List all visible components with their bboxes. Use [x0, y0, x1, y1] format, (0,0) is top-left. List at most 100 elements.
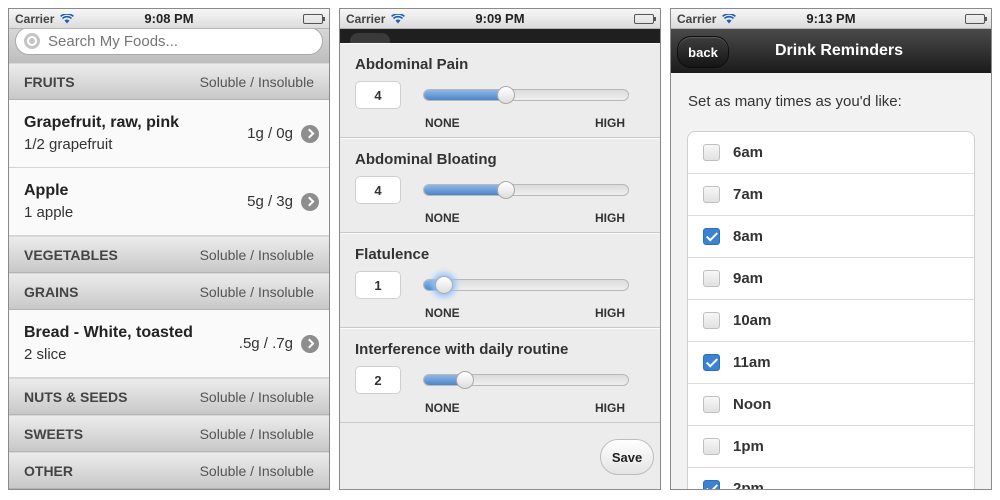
food-fiber: 5g / 3g: [247, 192, 319, 211]
slider-thumb[interactable]: [455, 371, 474, 389]
score-value: 4: [355, 81, 401, 109]
section-column-label: Soluble / Insoluble: [199, 246, 314, 263]
score-value: 4: [355, 176, 401, 204]
reminder-time-label: 2pm: [733, 480, 764, 490]
section-header: SWEETS Soluble / Insoluble: [9, 415, 329, 452]
chevron-right-icon[interactable]: [301, 192, 319, 211]
scale-min-label: NONE: [425, 116, 460, 130]
reminder-time-label: 9am: [733, 270, 764, 287]
symptom-title: Flatulence: [355, 246, 430, 263]
food-info: Bread - White, toasted 2 slice: [24, 324, 193, 363]
symptoms-screen: Carrier 9:09 PM Abdominal Pain 4 NONE HIGH A…: [339, 8, 661, 490]
symptom-controls: 2: [355, 366, 645, 394]
reminder-checkbox[interactable]: [703, 186, 720, 203]
chevron-right-icon[interactable]: [301, 124, 319, 143]
score-value: 1: [355, 271, 401, 299]
fiber-amount: 5g / 3g: [247, 193, 293, 210]
score-value: 2: [355, 366, 401, 394]
section-column-label: Soluble / Insoluble: [199, 425, 314, 442]
food-serving: 1 apple: [24, 204, 74, 221]
severity-slider[interactable]: [423, 181, 629, 199]
scale-max-label: HIGH: [595, 211, 625, 225]
symptom-item: Interference with daily routine 2 NONE HIGH: [340, 328, 660, 423]
search-field[interactable]: [15, 27, 323, 55]
reminder-item[interactable]: 10am: [688, 300, 974, 342]
severity-slider[interactable]: [423, 276, 629, 294]
battery-icon: [634, 14, 656, 24]
reminder-time-label: Noon: [733, 396, 772, 413]
food-fiber: 1g / 0g: [247, 124, 319, 143]
nav-bar: [340, 29, 660, 43]
status-bar: Carrier 9:08 PM: [9, 9, 329, 29]
reminder-item[interactable]: 11am: [688, 342, 974, 384]
food-list-item[interactable]: Grapefruit, raw, pink 1/2 grapefruit 1g / …: [9, 100, 329, 168]
section-column-label: Soluble / Insoluble: [199, 73, 314, 90]
clock: 9:09 PM: [475, 11, 525, 26]
reminder-time-label: 6am: [733, 144, 764, 161]
slider-thumb[interactable]: [435, 276, 454, 294]
food-list: FRUITS Soluble / Insoluble Grapefruit, raw…: [9, 63, 329, 489]
chevron-right-icon[interactable]: [301, 334, 319, 353]
symptom-item: Abdominal Bloating 4 NONE HIGH: [340, 138, 660, 233]
fiber-amount: .5g / .7g: [238, 335, 293, 352]
symptom-title: Interference with daily routine: [355, 341, 569, 358]
section-header: VEGETABLES Soluble / Insoluble: [9, 236, 329, 273]
scale-min-label: NONE: [425, 306, 460, 320]
food-list-item[interactable]: Apple 1 apple 5g / 3g: [9, 168, 329, 236]
food-info: Grapefruit, raw, pink 1/2 grapefruit: [24, 114, 179, 153]
symptom-controls: 1: [355, 271, 645, 299]
food-name: Apple: [24, 182, 69, 199]
reminder-time-label: 1pm: [733, 438, 764, 455]
section-header: NUTS & SEEDS Soluble / Insoluble: [9, 378, 329, 415]
food-serving: 2 slice: [24, 346, 67, 363]
symptom-controls: 4: [355, 176, 645, 204]
section-title: VEGETABLES: [24, 246, 118, 263]
save-button[interactable]: Save: [600, 439, 654, 475]
food-list-item[interactable]: Bread - White, toasted 2 slice .5g / .7g: [9, 310, 329, 378]
wifi-icon: [391, 13, 406, 24]
severity-slider[interactable]: [423, 86, 629, 104]
scale-labels: NONE HIGH: [425, 116, 625, 130]
scale-labels: NONE HIGH: [425, 306, 625, 320]
food-serving: 1/2 grapefruit: [24, 136, 113, 153]
search-input[interactable]: [48, 32, 288, 50]
symptom-item: Flatulence 1 NONE HIGH: [340, 233, 660, 328]
reminder-item[interactable]: 1pm: [688, 426, 974, 468]
reminder-time-label: 8am: [733, 228, 764, 245]
symptom-list: Abdominal Pain 4 NONE HIGH Abdominal Bloatin…: [340, 43, 660, 423]
status-bar: Carrier 9:09 PM: [340, 9, 660, 29]
battery-icon: [965, 14, 987, 24]
reminder-checkbox[interactable]: [703, 480, 720, 489]
reminder-item[interactable]: Noon: [688, 384, 974, 426]
food-fiber: .5g / .7g: [238, 334, 319, 353]
reminder-time-label: 11am: [733, 354, 771, 371]
reminder-item[interactable]: 2pm: [688, 468, 974, 490]
reminder-time-label: 10am: [733, 312, 772, 329]
reminder-checkbox[interactable]: [703, 396, 720, 413]
food-name: Grapefruit, raw, pink: [24, 114, 179, 131]
nav-button-partial[interactable]: [350, 33, 390, 43]
reminder-checkbox[interactable]: [703, 438, 720, 455]
reminder-checkbox[interactable]: [703, 228, 720, 245]
reminder-item[interactable]: 8am: [688, 216, 974, 258]
reminder-item[interactable]: 7am: [688, 174, 974, 216]
slider-thumb[interactable]: [496, 181, 515, 199]
severity-slider[interactable]: [423, 371, 629, 389]
back-button[interactable]: back: [677, 36, 729, 68]
reminder-item[interactable]: 6am: [688, 132, 974, 174]
slider-thumb[interactable]: [496, 86, 515, 104]
section-header: GRAINS Soluble / Insoluble: [9, 273, 329, 310]
instruction-text: Set as many times as you'd like:: [688, 93, 902, 110]
reminder-checkbox[interactable]: [703, 354, 720, 371]
scale-min-label: NONE: [425, 211, 460, 225]
symptom-title: Abdominal Bloating: [355, 151, 497, 168]
status-bar: Carrier 9:13 PM: [671, 9, 991, 29]
wifi-icon: [60, 13, 75, 24]
reminder-checkbox[interactable]: [703, 312, 720, 329]
reminder-checkbox[interactable]: [703, 144, 720, 161]
reminder-item[interactable]: 9am: [688, 258, 974, 300]
slider-fill: [424, 90, 506, 100]
reminder-checkbox[interactable]: [703, 270, 720, 287]
search-icon: [24, 33, 40, 49]
section-header: OTHER Soluble / Insoluble: [9, 452, 329, 489]
